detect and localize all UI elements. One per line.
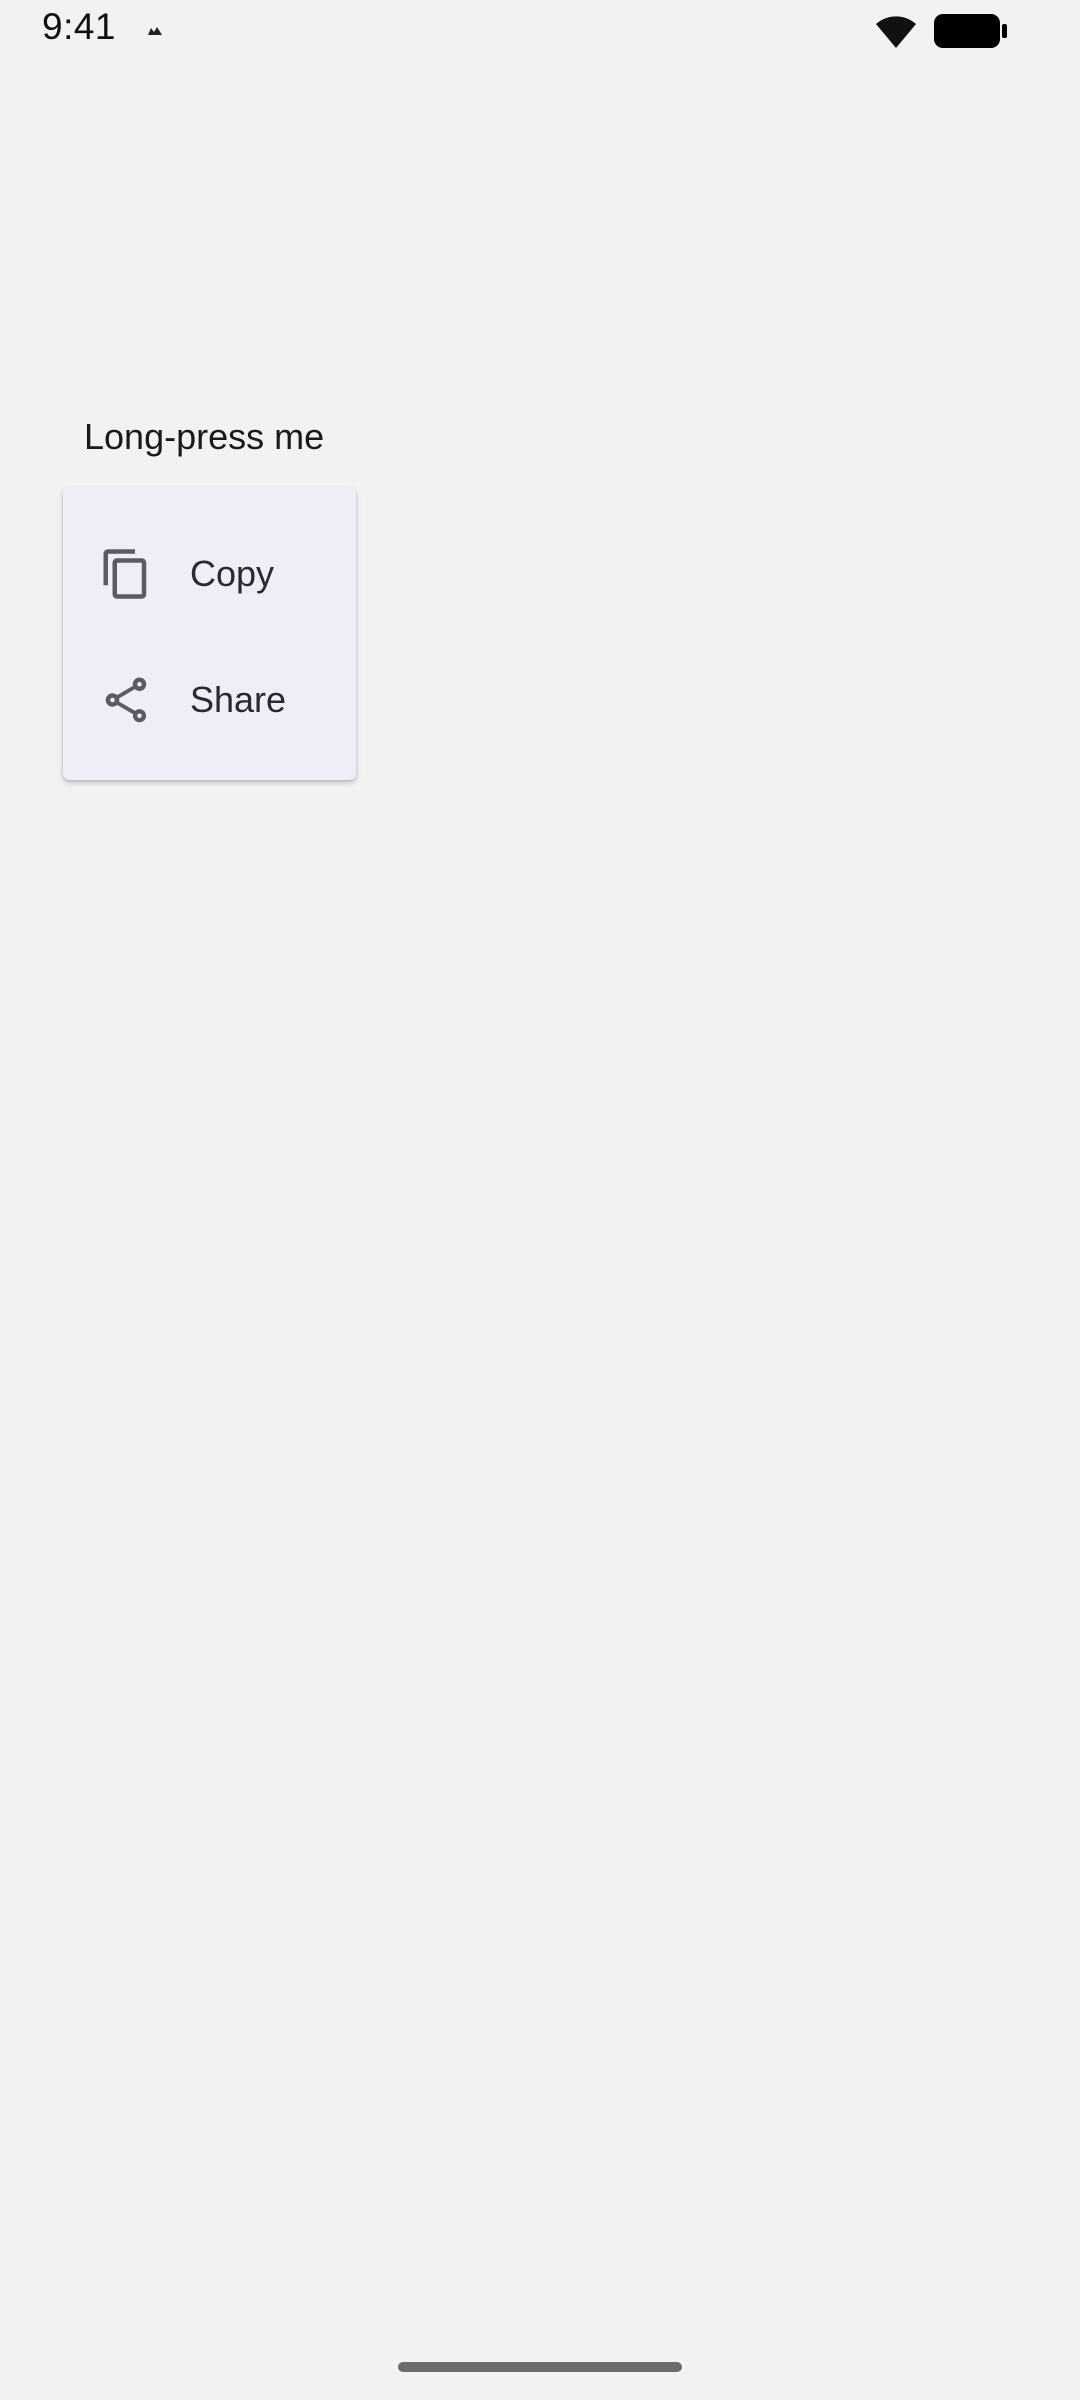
- long-press-target[interactable]: Long-press me: [84, 416, 324, 458]
- menu-item-label: Copy: [190, 553, 275, 594]
- status-time: 9:41: [42, 6, 117, 47]
- share-icon: [105, 677, 147, 723]
- screen: 9:41 Long-press me Copy Share: [0, 0, 1080, 2400]
- status-bar: 9:41: [0, 0, 1080, 64]
- menu-item-label: Share: [190, 679, 287, 720]
- wifi-icon: [876, 16, 916, 48]
- context-menu: Copy Share: [63, 487, 356, 780]
- battery-icon: [934, 14, 1007, 48]
- copy-icon: [103, 549, 147, 599]
- menu-item-copy[interactable]: Copy: [63, 517, 356, 637]
- menu-item-share[interactable]: Share: [63, 643, 356, 763]
- home-indicator[interactable]: [398, 2362, 682, 2372]
- notification-icon: [148, 27, 162, 35]
